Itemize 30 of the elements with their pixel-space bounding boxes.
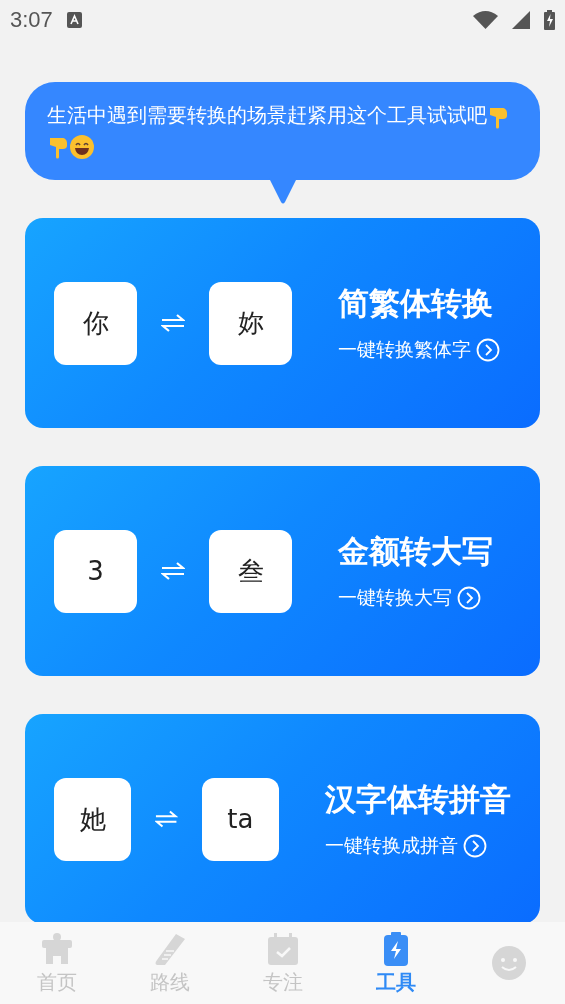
result-character-tile: ta xyxy=(201,777,279,861)
grinning-face-icon xyxy=(69,133,95,160)
swap-arrows-icon xyxy=(161,561,185,581)
signal-icon xyxy=(512,11,530,29)
wifi-icon xyxy=(473,11,498,29)
result-character-tile: 叁 xyxy=(209,529,292,613)
tool-subtitle: 一键转换大写 xyxy=(338,585,452,610)
chevron-right-circle-icon[interactable] xyxy=(476,338,500,362)
status-time: 3:07 xyxy=(10,7,53,33)
tool-card[interactable]: 你 妳 简繁体转换 一键转换繁体字 xyxy=(25,218,540,428)
source-character-tile: 她 xyxy=(54,777,132,861)
tool-subtitle: 一键转换繁体字 xyxy=(338,337,471,362)
swap-arrows-icon xyxy=(155,809,178,829)
swap-arrows-icon xyxy=(161,313,185,333)
tool-title: 金额转大写 xyxy=(338,532,493,571)
battery-charging-icon xyxy=(544,10,555,30)
tool-title: 简繁体转换 xyxy=(338,284,494,323)
result-character-tile: 妳 xyxy=(209,281,292,365)
tool-title: 汉字体转拼音 xyxy=(325,780,511,819)
source-character-tile: 你 xyxy=(54,281,137,365)
chevron-right-circle-icon[interactable] xyxy=(463,834,487,858)
tool-card[interactable]: 3 叁 金额转大写 一键转换大写 xyxy=(25,466,540,676)
keyboard-notification-icon xyxy=(66,12,82,28)
source-character-tile: 3 xyxy=(54,529,137,613)
chevron-right-circle-icon[interactable] xyxy=(457,586,481,610)
nav-tab[interactable]: 工具 xyxy=(339,922,452,1004)
tool-card[interactable]: 她 ta 汉字体转拼音 一键转换成拼音 xyxy=(25,714,540,922)
tip-text: 生活中遇到需要转换的场景赶紧用这个工具试试吧 xyxy=(47,103,487,127)
tool-subtitle: 一键转换成拼音 xyxy=(325,833,458,858)
smiley-face-icon xyxy=(490,945,527,981)
